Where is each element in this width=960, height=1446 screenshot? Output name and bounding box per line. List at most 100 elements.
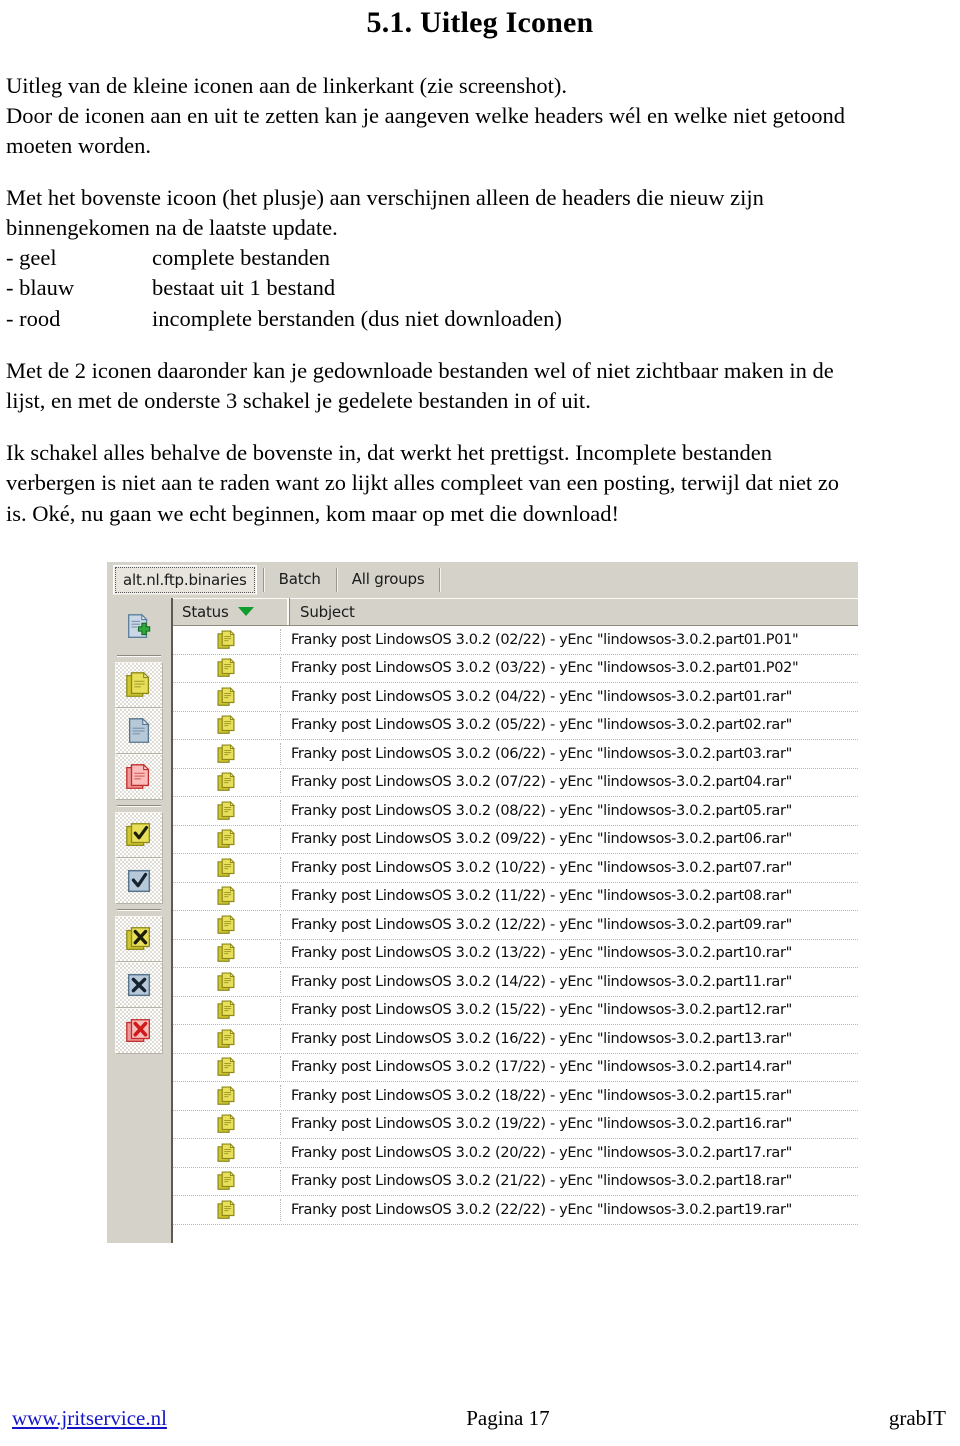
filter-icon-rail [107, 598, 171, 1243]
table-row[interactable]: Franky post LindowsOS 3.0.2 (12/22) - yE… [173, 911, 858, 940]
page-footer: www.jritservice.nl Pagina 17 grabIT [0, 1406, 960, 1431]
table-row[interactable]: Franky post LindowsOS 3.0.2 (14/22) - yE… [173, 968, 858, 997]
filter-deleted-single-button[interactable] [115, 962, 163, 1008]
yellow-docs-icon [216, 686, 235, 706]
row-subject-cell: Franky post LindowsOS 3.0.2 (07/22) - yE… [291, 774, 792, 791]
row-subject-cell: Franky post LindowsOS 3.0.2 (11/22) - yE… [291, 888, 792, 905]
row-subject-cell: Franky post LindowsOS 3.0.2 (13/22) - yE… [291, 945, 792, 962]
yellow-docs-icon [216, 658, 235, 678]
third-line-2: lijst, en met de onderste 3 schakel je g… [6, 388, 591, 414]
downloaded-files-yellow-check-icon [126, 823, 150, 846]
table-row[interactable]: Franky post LindowsOS 3.0.2 (08/22) - yE… [173, 797, 858, 826]
sort-descending-icon [237, 607, 254, 616]
rail-divider [117, 909, 161, 911]
single-file-blue-icon [128, 717, 150, 743]
table-row[interactable]: Franky post LindowsOS 3.0.2 (03/22) - yE… [173, 654, 858, 683]
second-paragraph: Met het bovenste icoon (het plusje) aan … [0, 183, 960, 243]
filter-incomplete-files-button[interactable] [115, 754, 163, 800]
table-row[interactable]: Franky post LindowsOS 3.0.2 (15/22) - yE… [173, 996, 858, 1025]
yellow-docs-icon [216, 971, 235, 991]
table-row[interactable]: Franky post LindowsOS 3.0.2 (18/22) - yE… [173, 1082, 858, 1111]
page-title: 5.1. Uitleg Iconen [366, 6, 594, 39]
row-subject-cell: Franky post LindowsOS 3.0.2 (21/22) - yE… [291, 1173, 792, 1190]
tab-batch[interactable]: Batch [269, 565, 330, 593]
yellow-docs-icon [216, 715, 235, 735]
row-subject-cell: Franky post LindowsOS 3.0.2 (22/22) - yE… [291, 1201, 792, 1218]
tab-label: All groups [351, 570, 425, 588]
row-subject-cell: Franky post LindowsOS 3.0.2 (16/22) - yE… [291, 1030, 792, 1047]
row-status-cell [173, 1170, 281, 1193]
column-header-subject[interactable]: Subject [290, 598, 858, 625]
complete-files-yellow-icon [126, 671, 150, 697]
row-status-cell [173, 856, 281, 879]
table-row[interactable]: Franky post LindowsOS 3.0.2 (07/22) - yE… [173, 768, 858, 797]
second-line-1: Met het bovenste icoon (het plusje) aan … [6, 184, 764, 210]
table-row[interactable]: Franky post LindowsOS 3.0.2 (19/22) - yE… [173, 1110, 858, 1139]
filter-deleted-files-button[interactable] [115, 916, 163, 962]
tab-label: alt.nl.ftp.binaries [123, 571, 247, 589]
legend-desc-rood: incomplete berstanden (dus niet download… [152, 305, 562, 331]
row-subject-cell: Franky post LindowsOS 3.0.2 (10/22) - yE… [291, 859, 792, 876]
filter-downloaded-files-button[interactable] [115, 812, 163, 858]
row-status-cell [173, 1198, 281, 1221]
yellow-docs-icon [216, 1142, 235, 1162]
row-status-cell [173, 885, 281, 908]
row-status-cell [173, 799, 281, 822]
table-row[interactable]: Franky post LindowsOS 3.0.2 (13/22) - yE… [173, 939, 858, 968]
table-row[interactable]: Franky post LindowsOS 3.0.2 (05/22) - yE… [173, 711, 858, 740]
row-status-cell [173, 628, 281, 651]
tab-all-groups[interactable]: All groups [342, 565, 434, 593]
table-row[interactable]: Franky post LindowsOS 3.0.2 (16/22) - yE… [173, 1025, 858, 1054]
row-status-cell [173, 1113, 281, 1136]
table-row[interactable]: Franky post LindowsOS 3.0.2 (04/22) - yE… [173, 683, 858, 712]
downloaded-single-blue-check-icon [127, 869, 151, 893]
header-rows: Franky post LindowsOS 3.0.2 (02/22) - yE… [173, 626, 858, 1225]
legend-row: - blauw bestaat uit 1 bestand [6, 273, 946, 303]
rail-divider [117, 805, 161, 807]
table-row[interactable]: Franky post LindowsOS 3.0.2 (10/22) - yE… [173, 854, 858, 883]
tab-alt-nl-ftp-binaries[interactable]: alt.nl.ftp.binaries [113, 565, 257, 595]
filter-downloaded-single-button[interactable] [115, 858, 163, 904]
intro-paragraph: Uitleg van de kleine iconen aan de linke… [0, 71, 960, 161]
yellow-docs-icon [216, 886, 235, 906]
row-status-cell [173, 714, 281, 737]
table-row[interactable]: Franky post LindowsOS 3.0.2 (20/22) - yE… [173, 1139, 858, 1168]
fourth-line-3: is. Oké, nu gaan we echt beginnen, kom m… [6, 500, 619, 526]
table-row[interactable]: Franky post LindowsOS 3.0.2 (11/22) - yE… [173, 882, 858, 911]
yellow-docs-icon [216, 829, 235, 849]
deleted-files-yellow-x-icon [126, 927, 150, 950]
legend-label-blauw: - blauw [6, 275, 75, 301]
table-row[interactable]: Franky post LindowsOS 3.0.2 (09/22) - yE… [173, 825, 858, 854]
column-header-status[interactable]: Status [173, 598, 290, 625]
table-row[interactable]: Franky post LindowsOS 3.0.2 (06/22) - yE… [173, 740, 858, 769]
yellow-docs-icon [216, 1000, 235, 1020]
footer-page-number: Pagina 17 [466, 1406, 550, 1430]
filter-complete-files-button[interactable] [115, 662, 163, 708]
table-row[interactable]: Franky post LindowsOS 3.0.2 (17/22) - yE… [173, 1053, 858, 1082]
column-header-status-label: Status [182, 602, 229, 621]
table-row[interactable]: Franky post LindowsOS 3.0.2 (21/22) - yE… [173, 1167, 858, 1196]
table-row[interactable]: Franky post LindowsOS 3.0.2 (22/22) - yE… [173, 1196, 858, 1225]
row-subject-cell: Franky post LindowsOS 3.0.2 (04/22) - yE… [291, 688, 792, 705]
tab-separator [262, 568, 264, 592]
yellow-docs-icon [216, 1085, 235, 1105]
yellow-docs-icon [216, 914, 235, 934]
legend-desc-blauw: bestaat uit 1 bestand [152, 275, 336, 301]
yellow-docs-icon [216, 1199, 235, 1219]
row-status-cell [173, 1056, 281, 1079]
legend-desc-geel: complete bestanden [152, 245, 331, 271]
incomplete-files-red-icon [126, 763, 150, 789]
deleted-incomplete-red-x-icon [126, 1019, 150, 1042]
grabit-application-screenshot: alt.nl.ftp.binaries Batch All groups Sta… [107, 562, 858, 1243]
footer-brand: grabIT [888, 1406, 946, 1430]
yellow-docs-icon [216, 629, 235, 649]
table-row[interactable]: Franky post LindowsOS 3.0.2 (02/22) - yE… [173, 626, 858, 655]
color-legend: - geel complete bestanden - blauw bestaa… [0, 243, 960, 334]
yellow-docs-icon [216, 1114, 235, 1134]
document-body: 5.1. Uitleg Iconen Uitleg van de kleine … [0, 0, 960, 529]
filter-single-file-button[interactable] [115, 708, 163, 754]
column-header-subject-label: Subject [300, 602, 355, 621]
filter-deleted-incomplete-button[interactable] [115, 1008, 163, 1054]
filter-new-headers-button[interactable] [115, 604, 163, 650]
row-subject-cell: Franky post LindowsOS 3.0.2 (12/22) - yE… [291, 916, 792, 933]
